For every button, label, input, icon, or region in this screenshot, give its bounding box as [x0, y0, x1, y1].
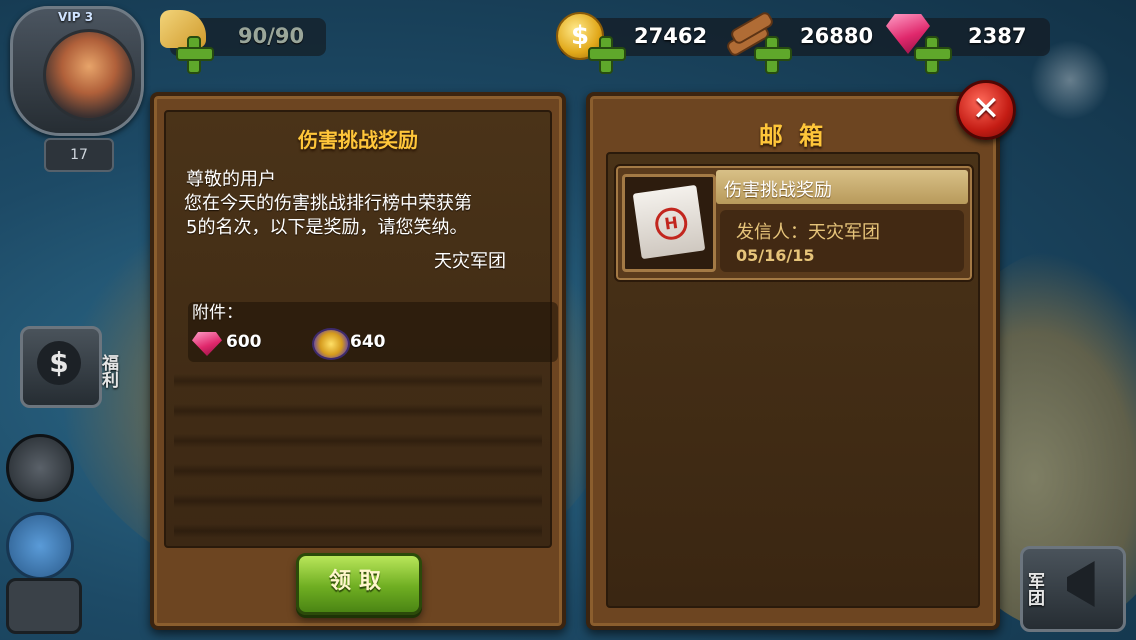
add-gold-button[interactable] — [588, 36, 626, 74]
chat-button[interactable] — [6, 578, 82, 634]
divider — [174, 524, 542, 538]
player-level: 17 — [44, 138, 114, 172]
mail-header: 伤害挑战奖励 — [716, 170, 968, 204]
message-body-line1: 您在今天的伤害挑战排行榜中荣获第 — [184, 193, 472, 214]
welfare-button[interactable]: $ — [20, 326, 102, 408]
mail-icon-frame: H — [622, 174, 716, 272]
mail-title: 伤害挑战奖励 — [724, 180, 832, 201]
attachments-box: 附件： 600 640 — [188, 302, 558, 362]
attachments-label: 附件： — [192, 303, 243, 323]
add-stamina-button[interactable] — [176, 36, 214, 74]
gold-value: 27462 — [634, 24, 708, 48]
army-label: 军团 — [1024, 572, 1044, 606]
dollar-icon: $ — [37, 341, 81, 385]
message-panel: 伤害挑战奖励 尊敬的用户 您在今天的伤害挑战排行榜中荣获第 5的名次，以下是奖励… — [150, 92, 566, 630]
divider — [174, 404, 542, 418]
message-signature: 天灾军团 — [434, 251, 506, 272]
divider — [174, 494, 542, 508]
mail-item[interactable]: H 伤害挑战奖励 发信人：天灾军团 05/16/15 — [614, 164, 974, 282]
add-gems-button[interactable] — [914, 36, 952, 74]
divider — [174, 374, 542, 388]
add-wood-button[interactable] — [754, 36, 792, 74]
gem-icon — [192, 332, 222, 356]
heart-hand-button[interactable] — [6, 434, 74, 502]
message-greeting: 尊敬的用户 — [186, 169, 276, 190]
message-content: 伤害挑战奖励 尊敬的用户 您在今天的伤害挑战排行榜中荣获第 5的名次，以下是奖励… — [164, 110, 558, 548]
scroll-icon: H — [632, 184, 706, 260]
stamina-value: 90/90 — [238, 24, 305, 48]
message-body-line2: 5的名次，以下是奖励，请您笑纳。 — [186, 217, 468, 238]
friends-button[interactable] — [6, 512, 74, 580]
attachment-badge-value: 640 — [350, 332, 386, 352]
divider — [174, 434, 542, 448]
gems-value: 2387 — [968, 24, 1027, 48]
badge-icon — [312, 328, 350, 360]
player-avatar[interactable] — [10, 6, 144, 136]
welfare-label: 福利 — [98, 354, 118, 388]
seal-icon: H — [653, 205, 690, 242]
mailbox-title: 邮 箱 — [758, 122, 828, 150]
avatar-portrait — [43, 29, 135, 121]
claim-button[interactable]: 领取 — [296, 553, 422, 615]
vip-label: VIP 3 — [58, 10, 94, 24]
mail-info: 发信人：天灾军团 05/16/15 — [720, 210, 964, 272]
message-title: 伤害挑战奖励 — [298, 128, 418, 152]
mail-date: 05/16/15 — [736, 246, 815, 265]
divider — [174, 464, 542, 478]
mail-sender: 发信人：天灾军团 — [736, 222, 880, 243]
wood-value: 26880 — [800, 24, 874, 48]
attachment-gems-value: 600 — [226, 332, 262, 352]
close-button[interactable]: ✕ — [956, 80, 1016, 140]
megaphone-icon — [1067, 561, 1095, 607]
